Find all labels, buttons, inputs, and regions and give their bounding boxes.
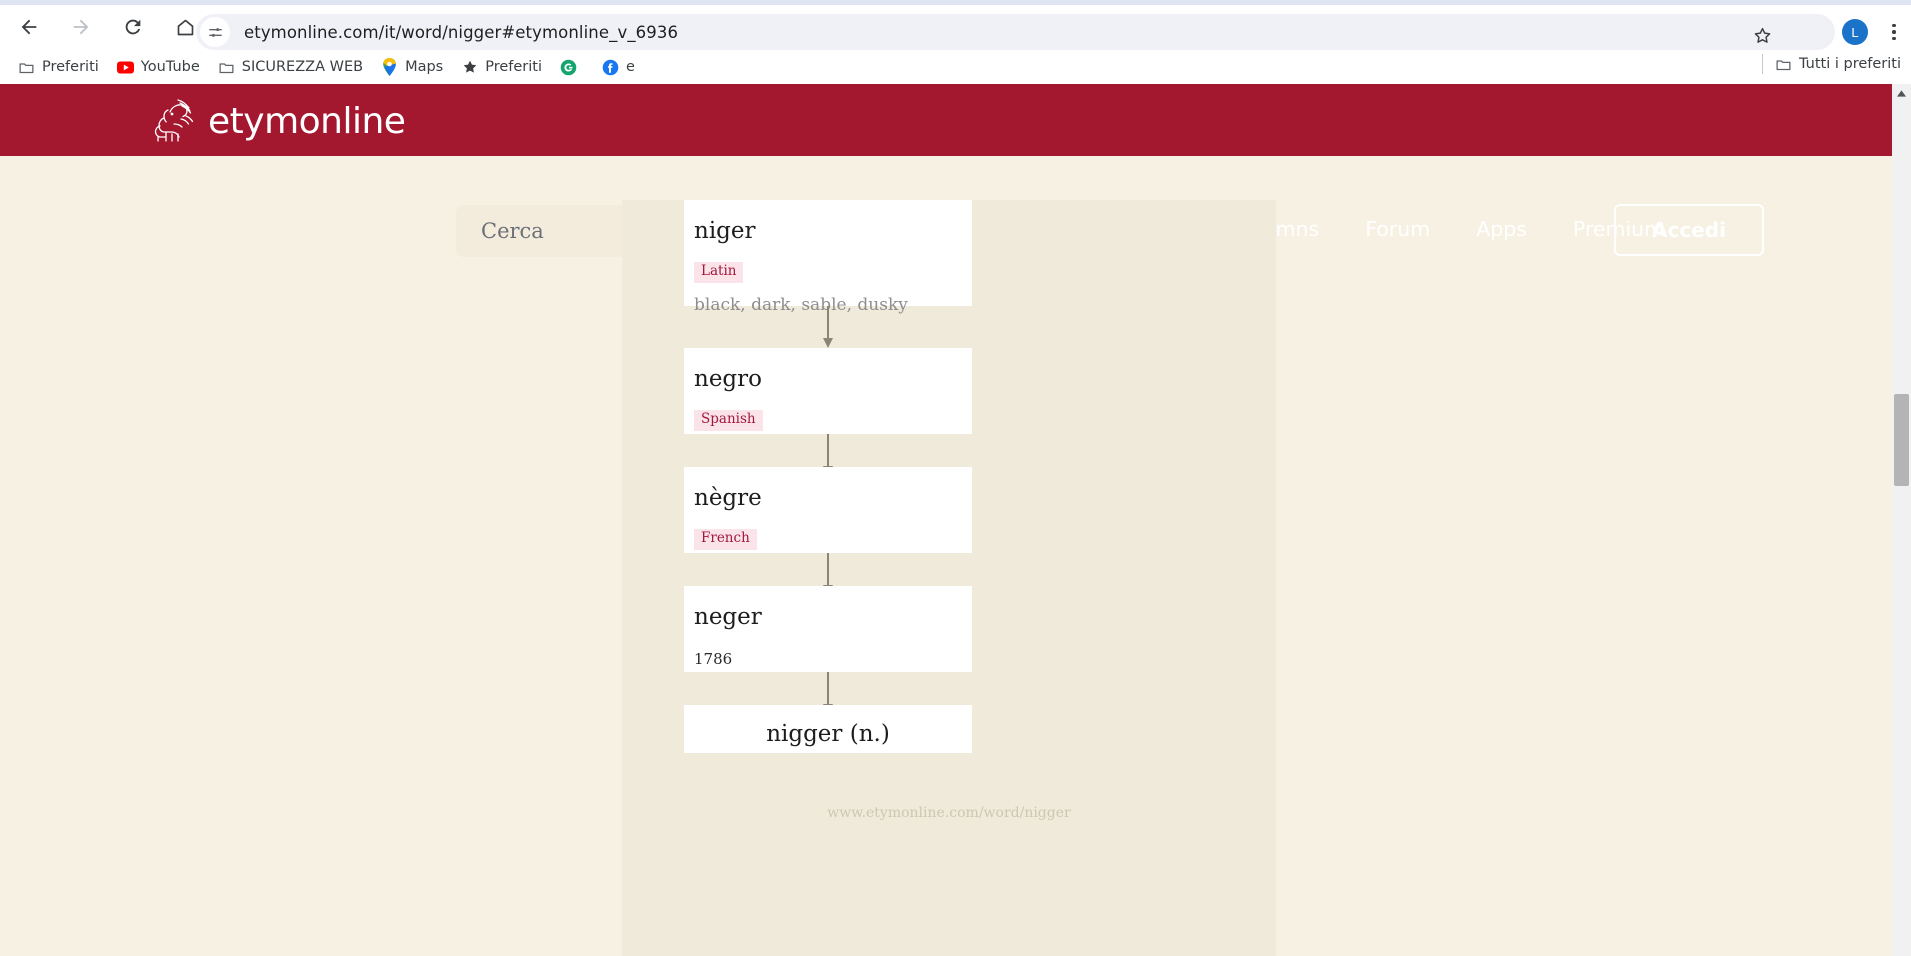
etymology-card-neger[interactable]: neger 1786	[684, 586, 972, 672]
griffin-logo-icon	[148, 96, 202, 146]
reload-button[interactable]	[112, 6, 154, 48]
etymology-card-negro[interactable]: negro Spanish	[684, 348, 972, 434]
etymology-date: 1786	[694, 650, 733, 668]
youtube-icon	[116, 59, 134, 76]
etymology-gloss: black, dark, sable, dusky	[694, 294, 908, 315]
scrollbar-thumb[interactable]	[1894, 394, 1909, 486]
browser-chrome: etymonline.com/it/word/nigger#etymonline…	[0, 0, 1911, 84]
back-button[interactable]	[8, 6, 50, 48]
grammarly-icon	[560, 59, 577, 76]
divider	[1762, 54, 1763, 74]
etymology-arrow-4	[823, 672, 833, 714]
bookmark-label: e	[626, 59, 635, 75]
etymology-arrow-3	[823, 553, 833, 595]
site-settings-icon[interactable]	[200, 17, 230, 47]
bookmark-star-icon[interactable]	[1747, 20, 1777, 50]
etymology-word: nigger (n.)	[766, 721, 890, 747]
bookmark-label: Preferiti	[485, 59, 543, 75]
etymology-card-negre[interactable]: nègre French	[684, 467, 972, 553]
bookmark-label: Preferiti	[42, 59, 99, 75]
page-scrollbar[interactable]	[1892, 84, 1911, 956]
folder-icon	[1775, 56, 1792, 73]
bookmark-sicurezza-web[interactable]: SICUREZZA WEB	[210, 54, 371, 80]
etymology-arrow-1	[823, 306, 833, 348]
address-bar[interactable]: etymonline.com/it/word/nigger#etymonline…	[196, 14, 1835, 50]
address-bar-url: etymonline.com/it/word/nigger#etymonline…	[244, 22, 679, 42]
nav-item-apps[interactable]: Apps	[1476, 217, 1527, 241]
bookmark-facebook[interactable]: e	[594, 54, 643, 80]
login-button[interactable]: Accedi	[1614, 204, 1764, 256]
bookmarks-overflow-label: Tutti i preferiti	[1799, 56, 1901, 72]
browser-toolbar: etymonline.com/it/word/nigger#etymonline…	[0, 5, 1911, 50]
etymology-word: niger	[694, 218, 756, 244]
nav-item-forum[interactable]: Forum	[1365, 217, 1430, 241]
bookmark-label: SICUREZZA WEB	[241, 59, 364, 75]
etymology-arrow-2	[823, 434, 833, 476]
star-icon	[461, 59, 478, 76]
folder-icon	[218, 59, 235, 76]
bookmark-youtube[interactable]: YouTube	[109, 54, 208, 80]
site-header: etymonline Columns Forum Apps Premium Ac…	[0, 84, 1896, 257]
bookmarks-bar: Preferiti YouTube SICUREZZA WEB Maps Pre…	[0, 50, 1911, 84]
etymology-watermark: www.etymonline.com/word/nigger	[827, 805, 1071, 821]
site-logo-text: etymonline	[208, 100, 406, 142]
etymology-language-tag: French	[694, 529, 757, 550]
etymology-word: neger	[694, 604, 762, 630]
etymology-card-nigger[interactable]: nigger (n.)	[684, 705, 972, 753]
folder-icon	[18, 59, 35, 76]
bookmark-label: Maps	[405, 59, 444, 75]
etymology-word: negro	[694, 366, 762, 392]
bookmark-label: YouTube	[140, 59, 200, 75]
bookmark-preferiti-1[interactable]: Preferiti	[10, 54, 107, 80]
forward-button[interactable]	[60, 6, 102, 48]
etymology-language-tag: Latin	[694, 262, 744, 283]
scroll-up-arrow-icon[interactable]	[1892, 84, 1911, 102]
bookmarks-overflow[interactable]: Tutti i preferiti	[1762, 54, 1901, 74]
etymology-tree-panel: niger Latin black, dark, sable, dusky ne…	[622, 200, 1276, 956]
bookmark-grammarly[interactable]	[552, 54, 592, 80]
chrome-menu-icon[interactable]	[1884, 18, 1904, 46]
site-logo[interactable]: etymonline	[148, 96, 406, 146]
profile-avatar[interactable]: L	[1842, 19, 1868, 45]
page-viewport: etymonline Columns Forum Apps Premium Ac…	[0, 84, 1911, 956]
map-pin-icon	[381, 58, 398, 76]
facebook-icon	[602, 59, 619, 76]
etymology-card-niger[interactable]: niger Latin black, dark, sable, dusky	[684, 200, 972, 315]
etymology-word: nègre	[694, 485, 762, 511]
bookmark-maps[interactable]: Maps	[373, 54, 451, 80]
etymology-language-tag: Spanish	[694, 410, 763, 431]
bookmark-preferiti-2[interactable]: Preferiti	[453, 54, 550, 80]
